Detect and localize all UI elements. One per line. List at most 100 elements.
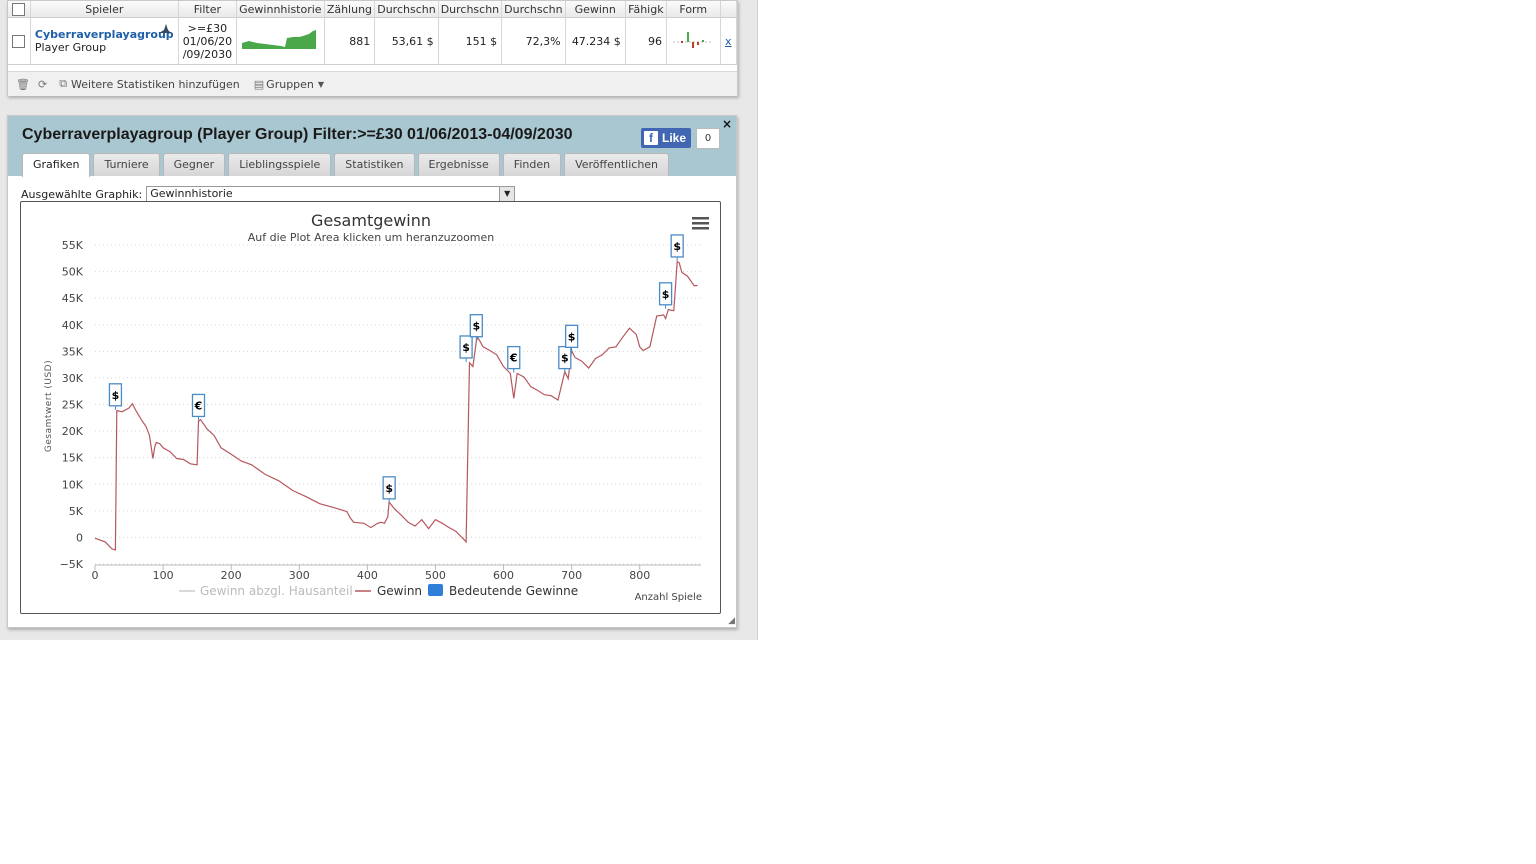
flag-marker[interactable]: € bbox=[507, 345, 521, 373]
y-tick-label: 55K bbox=[62, 239, 84, 252]
facebook-icon: f bbox=[644, 131, 658, 145]
col-header-form[interactable]: Form bbox=[666, 1, 721, 18]
chevron-down-icon[interactable]: ▼ bbox=[499, 187, 515, 201]
y-tick-label: 25K bbox=[62, 399, 84, 412]
flag-label: $ bbox=[662, 288, 670, 301]
add-stats-button[interactable]: Weitere Statistiken hinzufügen bbox=[71, 78, 240, 91]
flag-label: $ bbox=[112, 389, 120, 402]
flag-marker[interactable]: $ bbox=[658, 282, 673, 309]
facebook-like-button[interactable]: f Like bbox=[641, 128, 691, 148]
resize-handle[interactable]: ◢ bbox=[728, 616, 735, 626]
flag-marker[interactable]: € bbox=[191, 393, 206, 421]
form-chart bbox=[672, 31, 713, 48]
like-count: 0 bbox=[696, 128, 720, 149]
legend-label: Gewinn abzgl. Hausanteil bbox=[200, 584, 353, 598]
col-header-avg3[interactable]: Durchschn bbox=[501, 1, 566, 18]
table-header-row: Spieler Filter Gewinnhistorie Zählung Du… bbox=[8, 1, 738, 18]
profit-sparkline bbox=[242, 29, 317, 49]
series-line-gewinn bbox=[94, 260, 698, 551]
flag-marker[interactable]: $ bbox=[108, 383, 123, 410]
filter-line: /09/2030 bbox=[182, 47, 233, 61]
ability-value: 96 bbox=[625, 17, 667, 65]
col-header-avg2[interactable]: Durchschn bbox=[438, 1, 503, 18]
tab-turniere[interactable]: Turniere bbox=[93, 153, 160, 176]
col-header-filter[interactable]: Filter bbox=[178, 1, 238, 18]
y-tick-label: 0 bbox=[76, 531, 83, 544]
x-tick-label: 200 bbox=[221, 569, 242, 582]
filter-line: 01/06/20 bbox=[182, 34, 233, 48]
trash-icon[interactable]: 🗑 bbox=[16, 78, 30, 91]
profit-chart[interactable]: Gesamtgewinn Auf die Plot Area klicken u… bbox=[21, 202, 720, 613]
stats-toolbar: 🗑 ⟳ ⧉ Weitere Statistiken hinzufügen ▤ G… bbox=[8, 71, 737, 96]
y-tick-label: 15K bbox=[62, 452, 84, 465]
y-tick-label: 45K bbox=[62, 292, 84, 305]
graph-select[interactable]: Gewinnhistorie ▼ bbox=[146, 186, 516, 202]
flag-marker[interactable]: $ bbox=[382, 476, 396, 503]
y-tick-label: 10K bbox=[62, 478, 84, 491]
tab-gegner[interactable]: Gegner bbox=[162, 153, 226, 176]
flag-marker[interactable]: $ bbox=[670, 234, 684, 261]
flag-label: $ bbox=[385, 482, 393, 495]
flag-label: $ bbox=[568, 330, 576, 343]
select-all-checkbox[interactable] bbox=[12, 2, 26, 16]
y-tick-label: 5K bbox=[69, 505, 84, 518]
filter-line: >=£30 bbox=[187, 21, 228, 35]
refresh-icon[interactable]: ⟳ bbox=[38, 78, 47, 91]
avg1-value: 53,61 $ bbox=[374, 17, 439, 65]
graph-select-label: Ausgewählte Graphik: bbox=[21, 187, 143, 201]
tab-lieblingsspiele[interactable]: Lieblingsspiele bbox=[228, 153, 332, 176]
flag-label: € bbox=[194, 399, 203, 412]
x-tick-label: 0 bbox=[92, 569, 99, 582]
flag-label: € bbox=[509, 352, 518, 365]
col-header-profit[interactable]: Gewinn bbox=[565, 1, 626, 18]
history-sparkline-cell[interactable] bbox=[236, 17, 325, 65]
avg2-value: 151 $ bbox=[438, 17, 503, 65]
y-axis-label: Gesamtwert (USD) bbox=[44, 360, 54, 452]
chart-legend: Gewinn abzgl. Hausanteil Gewinn Bedeuten… bbox=[179, 584, 578, 598]
col-header-count[interactable]: Zählung bbox=[324, 1, 376, 18]
count-value: 881 bbox=[324, 17, 376, 65]
chevron-down-icon[interactable]: ▼ bbox=[318, 80, 324, 89]
tab-ergebnisse[interactable]: Ergebnisse bbox=[417, 153, 500, 176]
groups-dropdown[interactable]: Gruppen bbox=[266, 78, 314, 91]
col-header-history[interactable]: Gewinnhistorie bbox=[236, 1, 325, 18]
details-title: Cyberraverplayagroup (Player Group) Filt… bbox=[22, 126, 573, 143]
player-cell: Cyberraverplayagroup Player Group bbox=[30, 17, 179, 65]
y-tick-label: 20K bbox=[62, 425, 84, 438]
menu-icon[interactable] bbox=[692, 217, 709, 230]
flag-marker[interactable]: $ bbox=[459, 335, 473, 362]
close-icon[interactable]: × bbox=[722, 117, 732, 131]
details-tabs: Grafiken Turniere Gegner Lieblingsspiele… bbox=[22, 153, 672, 177]
tab-grafiken[interactable]: Grafiken bbox=[22, 153, 91, 177]
x-tick-label: 600 bbox=[493, 569, 514, 582]
legend-item-major-wins[interactable]: Bedeutende Gewinne bbox=[428, 584, 578, 598]
row-checkbox[interactable] bbox=[12, 34, 26, 48]
x-tick-label: 400 bbox=[357, 569, 378, 582]
details-panel: Cyberraverplayagroup (Player Group) Filt… bbox=[7, 115, 737, 628]
col-header-avg1[interactable]: Durchschn bbox=[374, 1, 439, 18]
graph-select-row: Ausgewählte Graphik: Gewinnhistorie ▼ bbox=[21, 186, 516, 202]
col-header-player[interactable]: Spieler bbox=[30, 1, 179, 18]
col-header-ability[interactable]: Fähigk bbox=[625, 1, 667, 18]
tab-finden[interactable]: Finden bbox=[502, 153, 562, 176]
x-tick-label: 700 bbox=[561, 569, 582, 582]
tab-veroeffentlichen[interactable]: Veröffentlichen bbox=[564, 153, 670, 176]
flag-marker[interactable]: $ bbox=[469, 314, 483, 341]
flag-marker[interactable]: $ bbox=[564, 324, 579, 352]
player-name-link[interactable]: Cyberraverplayagroup bbox=[35, 28, 174, 41]
tab-statistiken[interactable]: Statistiken bbox=[334, 153, 415, 176]
legend-item-profit[interactable]: Gewinn bbox=[355, 584, 422, 598]
flag-marker[interactable]: $ bbox=[558, 345, 572, 373]
remove-row-link[interactable]: x bbox=[725, 35, 732, 48]
like-label: Like bbox=[662, 131, 687, 145]
player-group-label: Player Group bbox=[34, 41, 107, 54]
add-window-icon: ⧉ bbox=[59, 77, 68, 90]
chart-title: Gesamtgewinn bbox=[311, 211, 431, 230]
x-tick-label: 100 bbox=[153, 569, 174, 582]
x-tick-label: 300 bbox=[289, 569, 310, 582]
filter-cell: >=£30 01/06/20 /09/2030 bbox=[178, 17, 238, 65]
remove-cell: x bbox=[720, 17, 738, 65]
y-tick-label: 30K bbox=[62, 372, 84, 385]
details-header: Cyberraverplayagroup (Player Group) Filt… bbox=[8, 116, 736, 177]
legend-item-house-edge[interactable]: Gewinn abzgl. Hausanteil bbox=[179, 584, 353, 598]
